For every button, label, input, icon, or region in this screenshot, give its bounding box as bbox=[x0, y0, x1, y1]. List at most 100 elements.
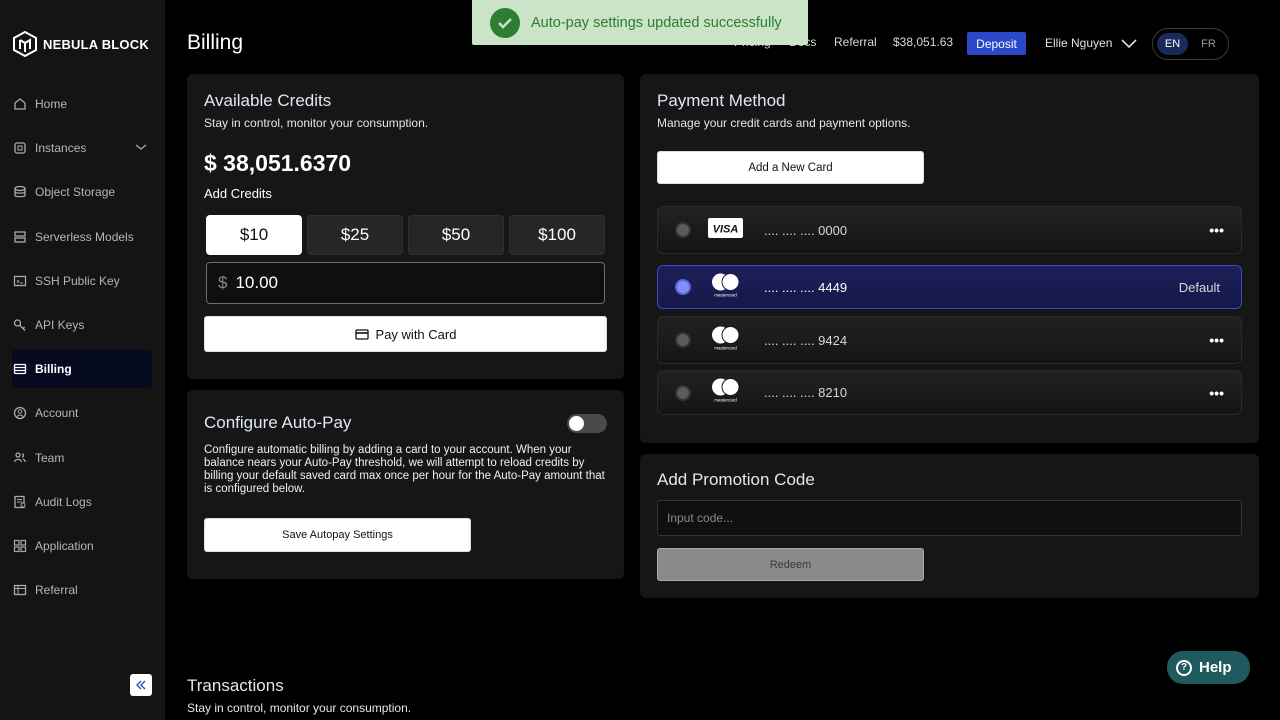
audit-icon bbox=[12, 494, 28, 510]
amount-option-50[interactable]: $50 bbox=[408, 215, 504, 255]
card-radio[interactable] bbox=[675, 384, 691, 401]
sidebar-item-label: API Keys bbox=[35, 317, 85, 332]
mastercard-logo-icon: mastercard bbox=[708, 272, 743, 303]
amount-option-100[interactable]: $100 bbox=[509, 215, 605, 255]
card-subtitle: Stay in control, monitor your consumptio… bbox=[204, 116, 429, 130]
sidebar-item-label: Account bbox=[35, 406, 79, 421]
header-balance: $38,051.63 bbox=[893, 35, 954, 49]
card-title: Available Credits bbox=[204, 91, 332, 110]
referral-icon bbox=[12, 582, 28, 598]
nebula-logo-icon bbox=[13, 31, 37, 57]
amount-option-10[interactable]: $10 bbox=[206, 215, 302, 255]
chevron-down-icon[interactable] bbox=[134, 141, 148, 155]
sidebar-item-label: SSH Public Key bbox=[35, 273, 120, 288]
more-options-icon[interactable]: ••• bbox=[1209, 385, 1224, 401]
sidebar-item-billing[interactable]: Billing bbox=[12, 350, 152, 389]
card-number: .... .... .... 9424 bbox=[764, 332, 848, 348]
amount-option-25[interactable]: $25 bbox=[307, 215, 403, 255]
sidebar-item-instances[interactable]: Instances bbox=[12, 129, 152, 167]
card-number: .... .... .... 4449 bbox=[764, 279, 848, 295]
card-number: .... .... .... 0000 bbox=[764, 222, 848, 238]
card-row[interactable]: mastercard .... .... .... 8210 ••• bbox=[657, 370, 1242, 415]
card-title: Payment Method bbox=[657, 91, 786, 110]
collapse-sidebar-button[interactable] bbox=[130, 674, 152, 696]
amount-input[interactable]: $ 10.00 bbox=[206, 262, 605, 304]
sidebar-item-referral[interactable]: Referral bbox=[12, 571, 152, 609]
default-badge: Default bbox=[1178, 279, 1220, 295]
check-circle-icon bbox=[490, 7, 520, 38]
amount-presets: $10 $25 $50 $100 bbox=[206, 215, 605, 255]
card-radio[interactable] bbox=[675, 332, 691, 348]
sidebar-item-account[interactable]: Account bbox=[12, 394, 152, 432]
database-icon bbox=[12, 184, 28, 200]
promo-code-input[interactable]: Input code... bbox=[657, 500, 1242, 536]
autopay-toggle[interactable] bbox=[567, 414, 607, 433]
transactions-subtitle: Stay in control, monitor your consumptio… bbox=[187, 701, 412, 715]
save-autopay-button[interactable]: Save Autopay Settings bbox=[204, 518, 471, 552]
brand-logo[interactable]: NEBULA BLOCK bbox=[13, 31, 149, 57]
transactions-title: Transactions bbox=[187, 676, 284, 695]
add-new-card-button[interactable]: Add a New Card bbox=[657, 151, 924, 184]
sidebar-item-label: Audit Logs bbox=[35, 494, 92, 509]
server-icon bbox=[12, 229, 28, 245]
add-credits-label: Add Credits bbox=[204, 186, 272, 201]
autopay-description: Configure automatic billing by adding a … bbox=[204, 444, 605, 495]
home-icon bbox=[12, 96, 28, 112]
key-icon bbox=[12, 317, 28, 333]
card-row-default[interactable]: mastercard .... .... .... 4449 Default bbox=[657, 265, 1242, 309]
svg-text:mastercard: mastercard bbox=[714, 398, 737, 403]
success-toast: Auto-pay settings updated successfully bbox=[472, 0, 808, 45]
sidebar-item-label: Instances bbox=[35, 141, 87, 156]
sidebar: NEBULA BLOCK Home Instances Object Stora… bbox=[0, 0, 165, 720]
available-credits-card: Available Credits Stay in control, monit… bbox=[187, 74, 624, 379]
currency-symbol: $ bbox=[218, 273, 228, 292]
sidebar-item-label: Billing bbox=[35, 362, 72, 377]
more-options-icon[interactable]: ••• bbox=[1209, 332, 1224, 348]
sidebar-item-label: Home bbox=[35, 97, 68, 111]
nav-link-referral[interactable]: Referral bbox=[834, 35, 877, 49]
more-options-icon[interactable]: ••• bbox=[1209, 222, 1224, 238]
sidebar-item-team[interactable]: Team bbox=[12, 439, 152, 477]
card-number: .... .... .... 8210 bbox=[764, 385, 848, 400]
credit-card-icon bbox=[354, 328, 369, 340]
card-row[interactable]: VISA .... .... .... 0000 ••• bbox=[657, 206, 1242, 254]
toggle-knob bbox=[569, 416, 584, 431]
lang-option-fr[interactable]: FR bbox=[1193, 33, 1224, 55]
svg-text:VISA: VISA bbox=[713, 223, 739, 235]
sidebar-item-ssh-public-key[interactable]: SSH Public Key bbox=[12, 262, 152, 300]
card-title: Configure Auto-Pay bbox=[204, 413, 352, 432]
page-title: Billing bbox=[187, 31, 244, 54]
card-radio[interactable] bbox=[675, 279, 691, 295]
help-button[interactable]: ? Help bbox=[1167, 651, 1250, 684]
sidebar-nav: Home Instances Object Storage Serverless… bbox=[12, 85, 152, 615]
language-switcher: EN FR bbox=[1152, 28, 1229, 60]
promotion-code-card: Add Promotion Code Input code... Redeem bbox=[640, 454, 1259, 598]
sidebar-item-label: Referral bbox=[35, 583, 78, 598]
double-chevron-left-icon bbox=[136, 680, 146, 690]
deposit-button[interactable]: Deposit bbox=[967, 32, 1026, 55]
chevron-down-icon bbox=[1120, 36, 1138, 53]
sidebar-item-serverless-models[interactable]: Serverless Models bbox=[12, 218, 152, 256]
brand-name: NEBULA BLOCK bbox=[43, 36, 149, 52]
redeem-button[interactable]: Redeem bbox=[657, 548, 924, 581]
user-menu[interactable]: Ellie Nguyen bbox=[1038, 28, 1148, 58]
pay-with-card-button[interactable]: Pay with Card bbox=[204, 316, 607, 352]
cpu-icon bbox=[12, 140, 28, 156]
sidebar-item-object-storage[interactable]: Object Storage bbox=[12, 173, 152, 211]
sidebar-item-label: Serverless Models bbox=[35, 229, 134, 244]
sidebar-item-api-keys[interactable]: API Keys bbox=[12, 306, 152, 344]
sidebar-item-application[interactable]: Application bbox=[12, 527, 152, 565]
sidebar-item-home[interactable]: Home bbox=[12, 85, 152, 123]
svg-text:mastercard: mastercard bbox=[714, 292, 737, 297]
sidebar-item-audit-logs[interactable]: Audit Logs bbox=[12, 483, 152, 521]
sidebar-item-label: Team bbox=[35, 450, 65, 465]
card-row[interactable]: mastercard .... .... .... 9424 ••• bbox=[657, 316, 1242, 364]
card-title: Add Promotion Code bbox=[657, 470, 815, 489]
pay-button-label: Pay with Card bbox=[375, 326, 457, 342]
terminal-icon bbox=[12, 273, 28, 289]
mastercard-logo-icon: mastercard bbox=[708, 325, 743, 356]
billing-icon bbox=[12, 361, 28, 377]
user-circle-icon bbox=[12, 405, 28, 421]
card-radio[interactable] bbox=[675, 222, 691, 238]
lang-option-en[interactable]: EN bbox=[1157, 33, 1188, 55]
